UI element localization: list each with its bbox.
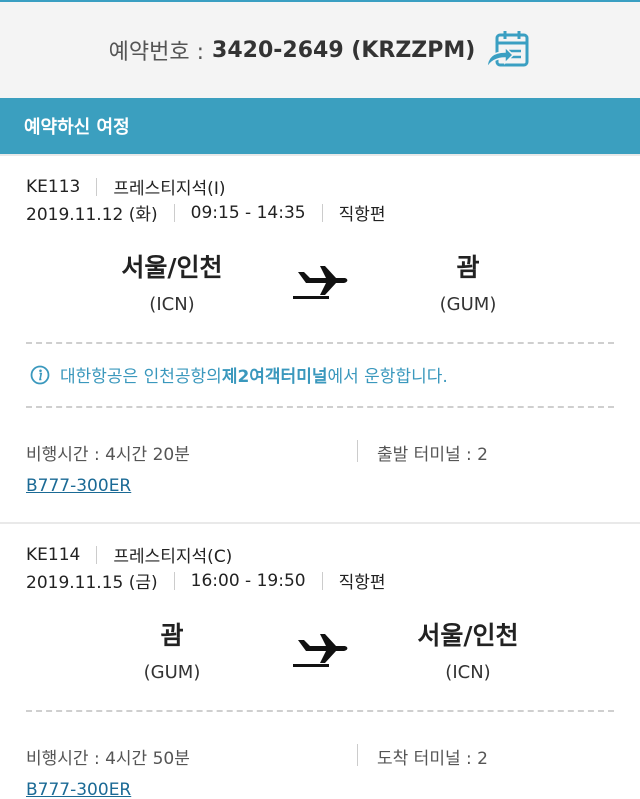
section-title: 예약하신 여정 bbox=[0, 98, 640, 154]
flight-header: KE114 프레스티지석(C) bbox=[26, 542, 233, 568]
flight-type: 직항편 bbox=[338, 205, 386, 225]
flight-time: 16:00 - 19:50 bbox=[190, 570, 306, 591]
terminal-info: 도착 터미널 : 2 bbox=[377, 749, 488, 769]
flight-header: KE113 프레스티지석(I) bbox=[26, 174, 226, 200]
calendar-share-icon[interactable] bbox=[485, 30, 531, 71]
departure: 서울/인천 (ICN) bbox=[62, 248, 282, 315]
info-icon bbox=[30, 365, 50, 384]
terminal-notice: 대한항공은 인천공항의 제2여객터미널 에서 운항합니다. bbox=[30, 362, 448, 387]
flight-card: KE114 프레스티지석(C) 2019.11.15 (금) 16:00 - 1… bbox=[0, 524, 640, 799]
arrival: 괌 (GUM) bbox=[358, 248, 578, 315]
departure-city: 괌 bbox=[160, 621, 184, 650]
divider bbox=[173, 571, 175, 590]
flight-number: KE113 bbox=[26, 176, 81, 197]
aircraft-link[interactable]: B777-300ER bbox=[26, 780, 131, 799]
arrival-city: 괌 bbox=[456, 253, 480, 282]
flight-schedule: 2019.11.12 (화) 09:15 - 14:35 직항편 bbox=[26, 200, 386, 226]
terminal-info: 출발 터미널 : 2 bbox=[377, 445, 488, 465]
aircraft-link[interactable]: B777-300ER bbox=[26, 476, 131, 496]
route: 괌 (GUM) 서울/인천 (ICN) bbox=[0, 616, 640, 686]
airplane-icon bbox=[293, 266, 348, 299]
cabin-class: 프레스티지석(C) bbox=[113, 547, 233, 567]
divider bbox=[357, 744, 358, 766]
divider bbox=[96, 177, 98, 196]
cabin-class: 프레스티지석(I) bbox=[113, 179, 226, 199]
flight-duration: 비행시간 : 4시간 50분 bbox=[26, 749, 190, 769]
reservation-label: 예약번호 : bbox=[108, 40, 205, 65]
arrival-code: (ICN) bbox=[445, 662, 491, 683]
divider bbox=[321, 571, 323, 590]
arrival-city: 서울/인천 bbox=[417, 621, 519, 650]
dashed-divider bbox=[26, 406, 614, 408]
divider bbox=[96, 545, 98, 564]
flight-date: 2019.11.12 (화) bbox=[26, 205, 158, 225]
flight-time: 09:15 - 14:35 bbox=[190, 202, 306, 223]
departure-city: 서울/인천 bbox=[121, 253, 223, 282]
notice-text: 대한항공은 인천공항의 bbox=[60, 367, 222, 387]
departure: 괌 (GUM) bbox=[62, 616, 282, 683]
divider bbox=[173, 203, 175, 222]
arrival: 서울/인천 (ICN) bbox=[358, 616, 578, 683]
airplane-icon bbox=[293, 634, 348, 667]
divider bbox=[357, 440, 358, 462]
flight-type: 직항편 bbox=[338, 573, 386, 593]
notice-terminal: 제2여객터미널 bbox=[221, 367, 328, 387]
flight-schedule: 2019.11.15 (금) 16:00 - 19:50 직항편 bbox=[26, 568, 386, 594]
dashed-divider bbox=[26, 710, 614, 712]
reservation-bar: 예약번호 : 3420-2649 (KRZZPM) bbox=[0, 0, 640, 98]
arrival-code: (GUM) bbox=[439, 294, 497, 315]
flight-duration: 비행시간 : 4시간 20분 bbox=[26, 445, 190, 465]
divider bbox=[321, 203, 323, 222]
dashed-divider bbox=[26, 342, 614, 344]
reservation-code: 3420-2649 (KRZZPM) bbox=[212, 37, 476, 63]
departure-code: (ICN) bbox=[149, 294, 195, 315]
flight-number: KE114 bbox=[26, 544, 81, 565]
reservation-number: 예약번호 : 3420-2649 (KRZZPM) bbox=[108, 30, 532, 71]
route: 서울/인천 (ICN) 괌 (GUM) bbox=[0, 248, 640, 318]
departure-code: (GUM) bbox=[143, 662, 201, 683]
notice-text-end: 에서 운항합니다. bbox=[327, 367, 448, 387]
flight-card: KE113 프레스티지석(I) 2019.11.12 (화) 09:15 - 1… bbox=[0, 156, 640, 522]
flight-date: 2019.11.15 (금) bbox=[26, 573, 158, 593]
